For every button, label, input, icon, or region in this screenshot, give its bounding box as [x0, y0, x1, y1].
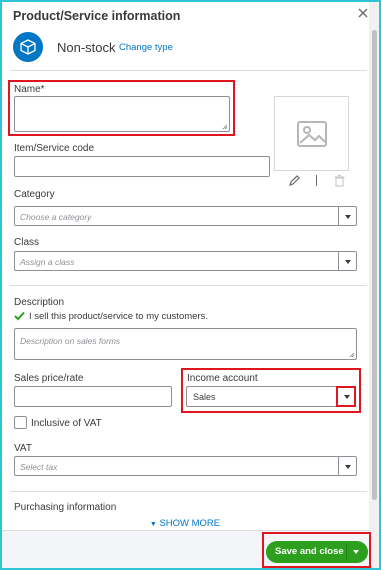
scrollbar-thumb[interactable]	[372, 30, 377, 500]
class-placeholder: Assign a class	[20, 257, 75, 267]
sales-price-label: Sales price/rate	[14, 373, 84, 384]
divider	[10, 285, 367, 286]
image-placeholder-icon	[297, 121, 327, 147]
category-placeholder: Choose a category	[20, 212, 92, 222]
purchasing-label: Purchasing information	[14, 502, 117, 513]
class-dropdown-button[interactable]	[338, 252, 356, 270]
item-code-label: Item/Service code	[14, 143, 95, 154]
highlight-income-dropdown	[336, 386, 356, 407]
description-label: Description	[14, 297, 65, 308]
category-label: Category	[14, 189, 55, 200]
checkmark-icon[interactable]	[14, 311, 25, 321]
chevron-down-icon: ▼	[149, 521, 157, 528]
change-type-link[interactable]: Change type	[119, 42, 173, 53]
resize-handle-icon[interactable]	[349, 352, 355, 358]
show-more-label: SHOW MORE	[159, 518, 221, 529]
pencil-icon[interactable]	[288, 174, 301, 187]
close-icon[interactable]	[356, 6, 370, 20]
item-code-input[interactable]	[14, 156, 270, 177]
category-select[interactable]: Choose a category	[14, 206, 357, 226]
class-label: Class	[14, 237, 40, 248]
chevron-down-icon	[345, 215, 351, 219]
icon-separator	[316, 175, 317, 186]
divider	[10, 491, 367, 492]
vat-dropdown-button[interactable]	[338, 457, 356, 475]
highlight-name-field	[8, 80, 235, 136]
divider	[10, 70, 367, 71]
trash-icon[interactable]	[333, 174, 346, 187]
box-icon	[13, 32, 43, 62]
category-dropdown-button[interactable]	[338, 207, 356, 225]
chevron-down-icon	[345, 465, 351, 469]
highlight-income-account	[181, 368, 361, 413]
inclusive-vat-label[interactable]: Inclusive of VAT	[31, 418, 102, 429]
class-select[interactable]: Assign a class	[14, 251, 357, 271]
inclusive-vat-checkbox[interactable]	[14, 416, 27, 429]
chevron-down-icon	[345, 260, 351, 264]
item-type-label: Non-stock	[57, 40, 116, 55]
sell-checkbox-label[interactable]: I sell this product/service to my custom…	[29, 311, 208, 322]
show-more-link[interactable]: ▼ SHOW MORE	[0, 518, 370, 529]
image-upload-box[interactable]	[274, 96, 349, 171]
sales-description-placeholder: Description on sales forms	[20, 336, 121, 346]
sales-price-input[interactable]	[14, 386, 172, 407]
vat-placeholder: Select tax	[20, 462, 58, 472]
panel-title: Product/Service information	[13, 9, 181, 23]
vat-label: VAT	[14, 443, 32, 454]
vat-select[interactable]: Select tax	[14, 456, 357, 476]
highlight-save-button	[262, 532, 371, 568]
sales-description-input[interactable]: Description on sales forms	[14, 328, 357, 360]
